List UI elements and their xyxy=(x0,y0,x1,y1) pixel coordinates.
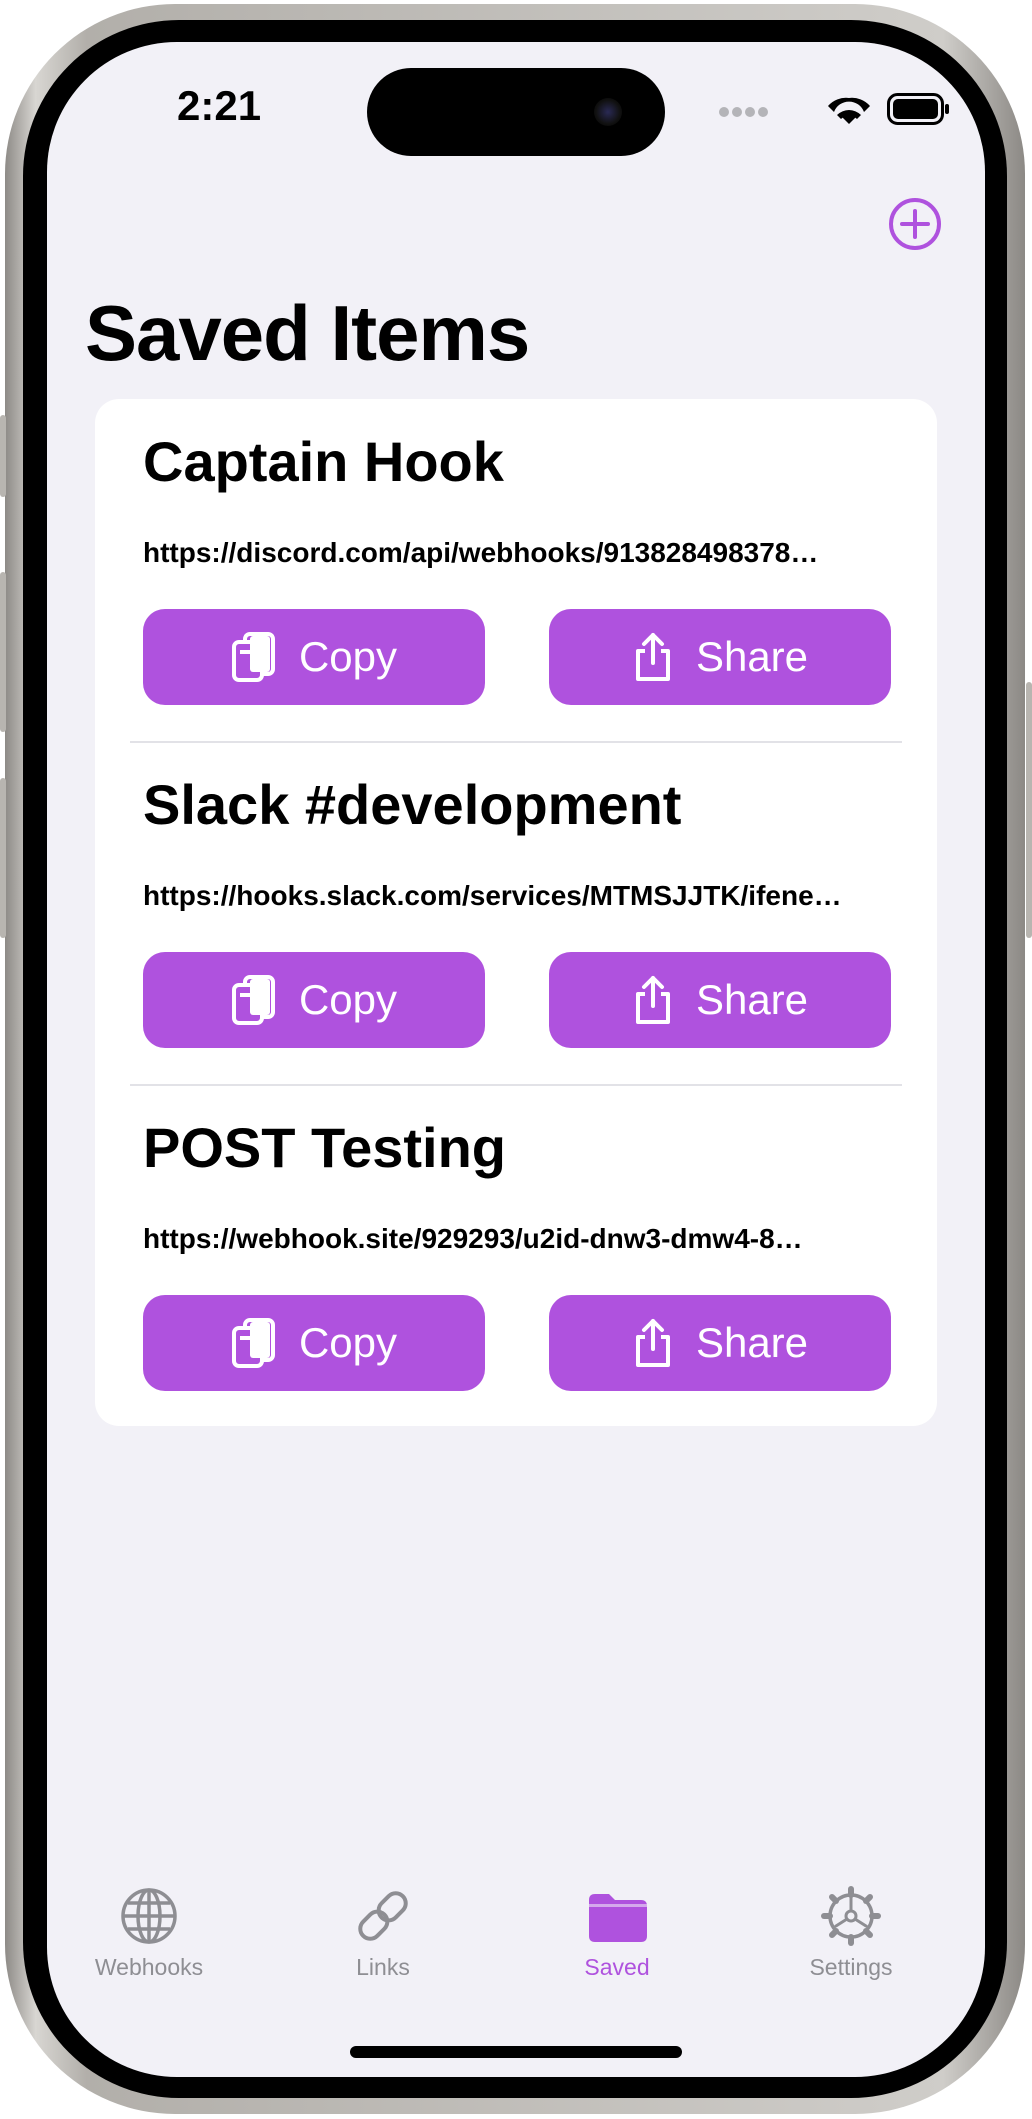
tab-label: Links xyxy=(356,1954,410,1980)
item-url: https://webhook.site/929293/u2id-dnw3-dm… xyxy=(143,1223,803,1254)
item-name: Slack #development xyxy=(143,773,682,836)
page-title: Saved Items xyxy=(85,289,530,377)
tab-settings[interactable]: Settings xyxy=(771,1880,931,2000)
item-url: https://discord.com/api/webhooks/9138284… xyxy=(143,537,819,568)
volume-down-button xyxy=(0,778,6,938)
volume-up-button xyxy=(0,572,6,732)
copy-icon xyxy=(231,975,275,1025)
copy-label: Copy xyxy=(298,976,398,1023)
share-button[interactable]: Share xyxy=(549,1295,891,1391)
copy-button[interactable]: Copy xyxy=(143,609,485,705)
share-button[interactable]: Share xyxy=(549,952,891,1048)
share-label: Share xyxy=(695,976,809,1023)
tab-label: Saved xyxy=(584,1954,650,1980)
tab-label: Webhooks xyxy=(94,1954,204,1980)
tab-saved[interactable]: Saved xyxy=(537,1880,697,2000)
copy-icon xyxy=(231,1318,275,1368)
share-label: Share xyxy=(695,633,809,680)
plus-circle-icon xyxy=(889,198,941,250)
dynamic-island xyxy=(367,68,665,156)
screen: 2:21 Saved Items Captain Hook https://di… xyxy=(47,42,985,2077)
tab-links[interactable]: Links xyxy=(303,1880,463,2000)
home-indicator xyxy=(350,2046,682,2058)
link-icon xyxy=(358,1891,408,1941)
status-time: 2:21 xyxy=(177,82,262,129)
share-label: Share xyxy=(695,1319,809,1366)
share-icon xyxy=(635,1319,670,1367)
folder-icon xyxy=(589,1894,647,1942)
gear-icon xyxy=(821,1886,881,1946)
globe-icon xyxy=(121,1888,177,1944)
camera-icon xyxy=(594,98,622,126)
copy-label: Copy xyxy=(298,1319,398,1366)
tab-bar: Webhooks Links Saved Settings xyxy=(47,1880,985,2000)
power-button xyxy=(1026,682,1032,938)
copy-button[interactable]: Copy xyxy=(143,1295,485,1391)
item-name: Captain Hook xyxy=(143,430,504,493)
saved-item: Captain Hook https://discord.com/api/web… xyxy=(95,399,937,741)
saved-items-list: Captain Hook https://discord.com/api/web… xyxy=(95,399,937,1426)
copy-button[interactable]: Copy xyxy=(143,952,485,1048)
add-button[interactable] xyxy=(887,196,943,252)
saved-item: POST Testing https://webhook.site/929293… xyxy=(95,1085,937,1427)
share-icon xyxy=(635,976,670,1024)
item-url: https://hooks.slack.com/services/MTMSJJT… xyxy=(143,880,842,911)
saved-item: Slack #development https://hooks.slack.c… xyxy=(95,742,937,1084)
copy-label: Copy xyxy=(298,633,398,680)
tab-webhooks[interactable]: Webhooks xyxy=(69,1880,229,2000)
cellular-icon xyxy=(719,107,768,117)
copy-icon xyxy=(231,632,275,682)
action-button xyxy=(0,415,6,497)
share-icon xyxy=(635,633,670,681)
wifi-icon xyxy=(828,97,870,124)
tab-label: Settings xyxy=(809,1954,893,1980)
share-button[interactable]: Share xyxy=(549,609,891,705)
item-name: POST Testing xyxy=(143,1116,506,1179)
battery-icon xyxy=(887,93,949,125)
